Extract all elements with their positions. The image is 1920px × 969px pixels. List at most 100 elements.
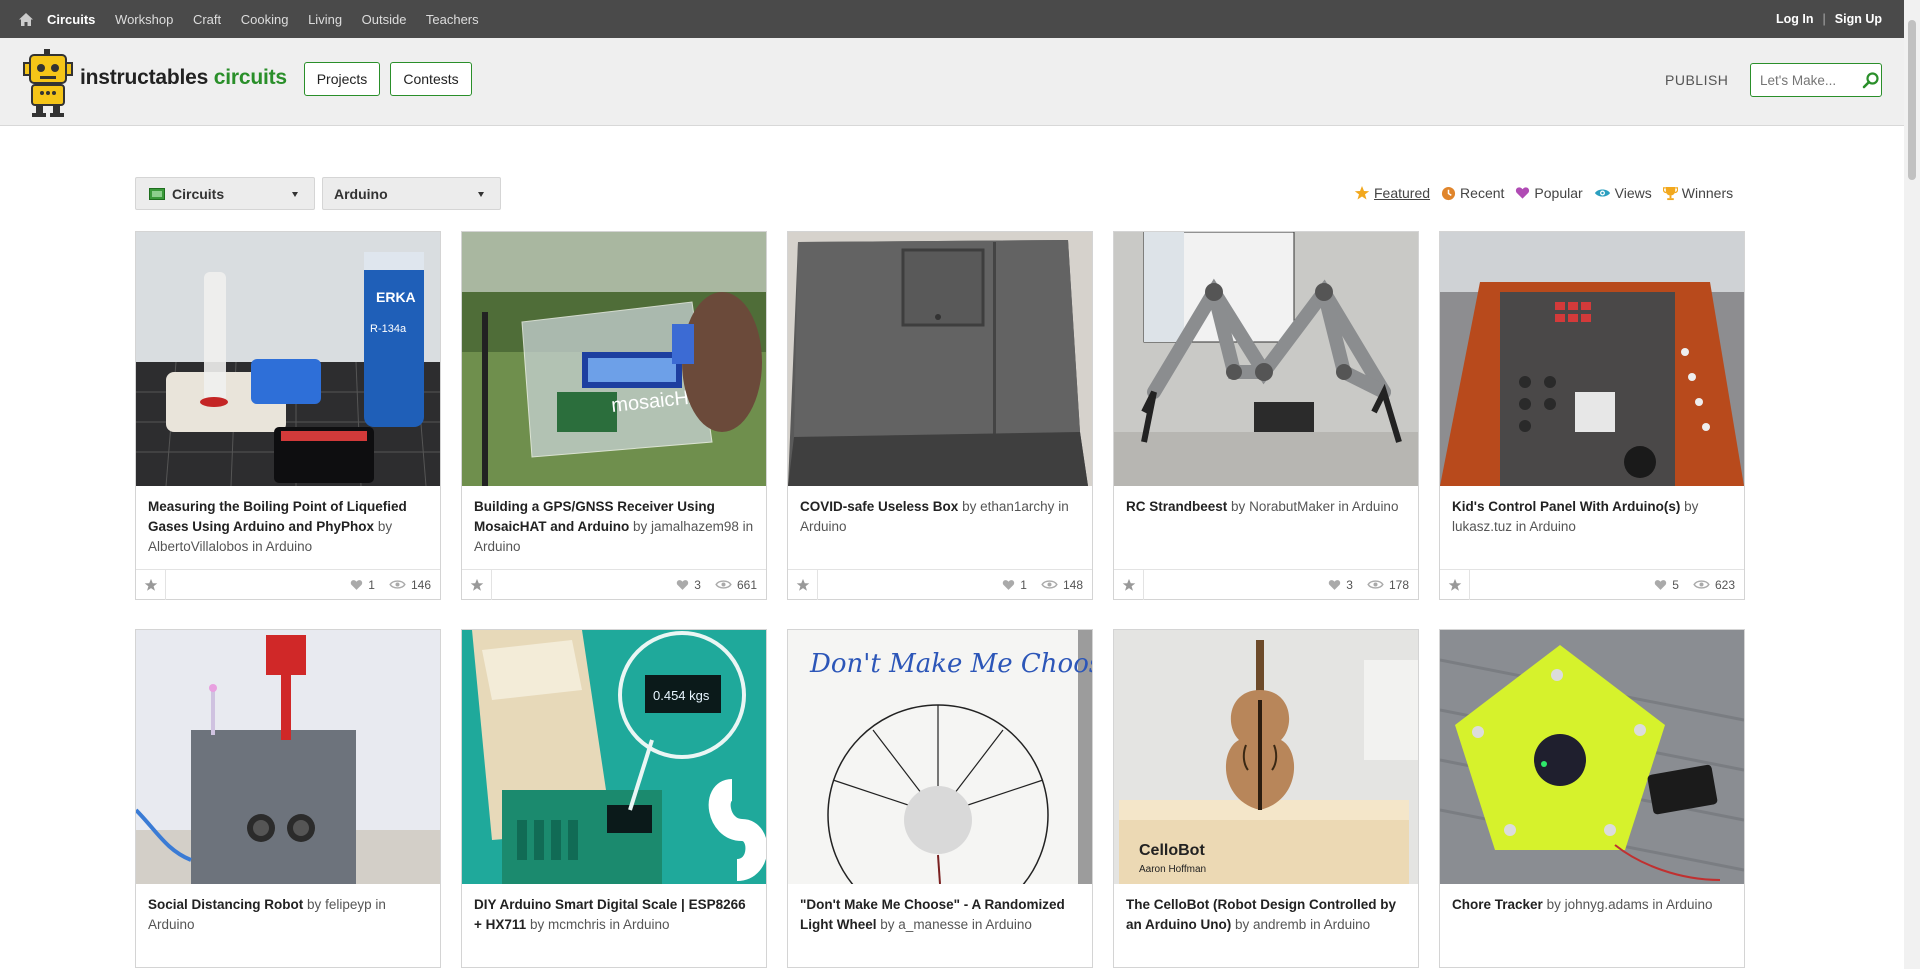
search-icon[interactable] bbox=[1862, 71, 1880, 89]
card-footer: 1 148 bbox=[788, 569, 1092, 600]
top-nav: Circuits Workshop Craft Cooking Living O… bbox=[47, 12, 495, 27]
card-channel[interactable]: Arduino bbox=[266, 539, 313, 554]
channel-select[interactable]: Arduino bbox=[322, 177, 501, 210]
nav-teachers[interactable]: Teachers bbox=[426, 12, 479, 27]
card-stats: 5 623 bbox=[1654, 578, 1735, 592]
card-author[interactable]: andremb bbox=[1253, 917, 1306, 932]
favorite-star-icon[interactable] bbox=[136, 569, 166, 600]
auth-separator: | bbox=[1822, 12, 1826, 26]
card-text: Measuring the Boiling Point of Liquefied… bbox=[148, 499, 407, 554]
page-scrollbar[interactable] bbox=[1904, 0, 1920, 969]
favorite-star-icon[interactable] bbox=[462, 569, 492, 600]
eye-icon bbox=[715, 580, 732, 589]
sort-recent[interactable]: Recent bbox=[1441, 185, 1504, 201]
card-author[interactable]: felipeyp bbox=[325, 897, 372, 912]
favorite-star-icon[interactable] bbox=[1114, 569, 1144, 600]
heart-icon bbox=[677, 579, 689, 590]
nav-craft[interactable]: Craft bbox=[193, 12, 221, 27]
nav-cooking[interactable]: Cooking bbox=[241, 12, 289, 27]
scrollbar-thumb[interactable] bbox=[1908, 20, 1916, 180]
project-thumbnail[interactable] bbox=[136, 630, 440, 884]
heart-icon bbox=[1329, 579, 1341, 590]
card-title[interactable]: Kid's Control Panel With Arduino(s) bbox=[1452, 499, 1680, 514]
card-author[interactable]: ethan1archy bbox=[980, 499, 1054, 514]
card-author[interactable]: lukasz.tuz bbox=[1452, 519, 1512, 534]
cellobot-names-text: Aaron Hoffman bbox=[1139, 864, 1206, 875]
card-text: RC Strandbeest by NorabutMaker in Arduin… bbox=[1126, 499, 1399, 514]
project-card[interactable]: RC Strandbeest by NorabutMaker in Arduin… bbox=[1113, 231, 1419, 600]
card-author[interactable]: mcmchris bbox=[548, 917, 606, 932]
project-thumbnail[interactable]: CelloBot Aaron Hoffman bbox=[1114, 630, 1418, 884]
project-card[interactable]: ERKA R-134a Measuring the Boiling Point … bbox=[135, 231, 441, 600]
project-card[interactable]: Social Distancing Robot by felipeyp in A… bbox=[135, 629, 441, 968]
brand-wordmark[interactable]: instructables circuits bbox=[80, 66, 287, 90]
card-author[interactable]: AlbertoVillalobos bbox=[148, 539, 248, 554]
card-channel[interactable]: Arduino bbox=[800, 519, 847, 534]
card-title[interactable]: COVID-safe Useless Box bbox=[800, 499, 958, 514]
card-author[interactable]: NorabutMaker bbox=[1249, 499, 1335, 514]
nav-outside[interactable]: Outside bbox=[362, 12, 407, 27]
project-card[interactable]: mosaicHAT Building a GPS/GNSS Receiver U… bbox=[461, 231, 767, 600]
project-card[interactable]: Kid's Control Panel With Arduino(s) by l… bbox=[1439, 231, 1745, 600]
channel-value: Arduino bbox=[334, 185, 388, 202]
project-thumbnail[interactable]: mosaicHAT bbox=[462, 232, 766, 486]
can-label-text: R-134a bbox=[370, 323, 407, 335]
card-channel[interactable]: Arduino bbox=[985, 917, 1032, 932]
project-thumbnail[interactable] bbox=[1114, 232, 1418, 486]
signup-link[interactable]: Sign Up bbox=[1835, 12, 1882, 26]
contests-button[interactable]: Contests bbox=[390, 62, 472, 96]
project-card[interactable]: Don't Make Me Choose! "Don't Make Me Cho… bbox=[787, 629, 1093, 968]
card-title[interactable]: Chore Tracker bbox=[1452, 897, 1543, 912]
projects-button[interactable]: Projects bbox=[304, 62, 380, 96]
card-stats: 3 661 bbox=[676, 578, 757, 592]
sort-views[interactable]: Views bbox=[1594, 185, 1652, 201]
card-author[interactable]: jamalhazem98 bbox=[651, 519, 739, 534]
card-title[interactable]: RC Strandbeest bbox=[1126, 499, 1227, 514]
project-thumbnail[interactable]: Don't Make Me Choose! bbox=[788, 630, 1092, 884]
card-text: DIY Arduino Smart Digital Scale | ESP826… bbox=[474, 897, 746, 932]
card-title[interactable]: Social Distancing Robot bbox=[148, 897, 303, 912]
search-input[interactable] bbox=[1760, 72, 1860, 88]
nav-circuits[interactable]: Circuits bbox=[47, 12, 95, 27]
card-author[interactable]: johnyg.adams bbox=[1565, 897, 1649, 912]
eye-icon bbox=[389, 580, 406, 589]
card-channel[interactable]: Arduino bbox=[148, 917, 195, 932]
project-card[interactable]: 0.454 kgs DIY Arduino Smart Digital Scal… bbox=[461, 629, 767, 968]
card-text: COVID-safe Useless Box by ethan1archy in… bbox=[800, 499, 1069, 534]
auth-links: Log In | Sign Up bbox=[1776, 12, 1882, 26]
favorite-star-icon[interactable] bbox=[788, 569, 818, 600]
card-channel[interactable]: Arduino bbox=[474, 539, 521, 554]
project-thumbnail[interactable]: 0.454 kgs bbox=[462, 630, 766, 884]
login-link[interactable]: Log In bbox=[1776, 12, 1814, 26]
nav-living[interactable]: Living bbox=[308, 12, 342, 27]
card-author[interactable]: a_manesse bbox=[898, 917, 968, 932]
nav-workshop[interactable]: Workshop bbox=[115, 12, 173, 27]
card-stats: 1 146 bbox=[350, 578, 431, 592]
project-thumbnail[interactable] bbox=[1440, 630, 1744, 884]
card-text: The CelloBot (Robot Design Controlled by… bbox=[1126, 897, 1396, 932]
sort-popular[interactable]: Popular bbox=[1515, 185, 1583, 201]
card-footer: 3 178 bbox=[1114, 569, 1418, 600]
publish-link[interactable]: PUBLISH bbox=[1665, 72, 1728, 88]
favorite-star-icon[interactable] bbox=[1440, 569, 1470, 600]
home-icon[interactable] bbox=[18, 11, 34, 27]
card-channel[interactable]: Arduino bbox=[1324, 917, 1371, 932]
project-thumbnail[interactable] bbox=[1440, 232, 1744, 486]
card-channel[interactable]: Arduino bbox=[1352, 499, 1399, 514]
project-thumbnail[interactable] bbox=[788, 232, 1092, 486]
search-box bbox=[1750, 63, 1882, 97]
project-thumbnail[interactable]: ERKA R-134a bbox=[136, 232, 440, 486]
card-channel[interactable]: Arduino bbox=[1666, 897, 1713, 912]
project-card[interactable]: Chore Tracker by johnyg.adams in Arduino bbox=[1439, 629, 1745, 968]
sort-featured[interactable]: Featured bbox=[1354, 185, 1430, 201]
card-channel[interactable]: Arduino bbox=[1529, 519, 1576, 534]
sort-winners[interactable]: Winners bbox=[1662, 185, 1733, 201]
views-count: 623 bbox=[1714, 577, 1735, 592]
card-text: Building a GPS/GNSS Receiver Using Mosai… bbox=[474, 499, 754, 554]
category-select[interactable]: Circuits bbox=[135, 177, 315, 210]
card-channel[interactable]: Arduino bbox=[623, 917, 670, 932]
card-title[interactable]: Measuring the Boiling Point of Liquefied… bbox=[148, 499, 407, 534]
project-card[interactable]: COVID-safe Useless Box by ethan1archy in… bbox=[787, 231, 1093, 600]
project-card[interactable]: CelloBot Aaron Hoffman The CelloBot (Rob… bbox=[1113, 629, 1419, 968]
robot-logo-icon[interactable] bbox=[20, 47, 76, 119]
